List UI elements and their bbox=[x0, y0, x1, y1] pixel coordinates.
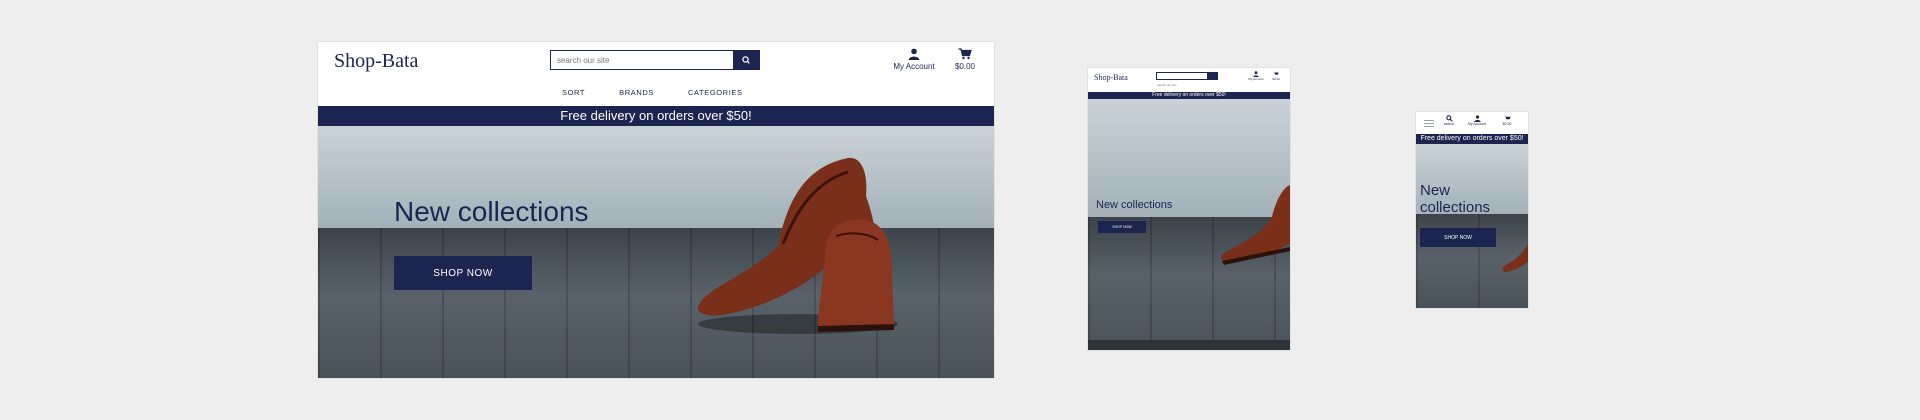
site-logo[interactable]: Shop-Bata bbox=[334, 50, 418, 73]
shop-now-button-mobile[interactable]: SHOP NOW bbox=[1420, 228, 1496, 247]
desktop-mockup: Shop-Bata My Account bbox=[318, 42, 994, 378]
shoes-image-tablet bbox=[1221, 185, 1290, 265]
cart-link-mobile[interactable]: $0.00 bbox=[1496, 115, 1518, 126]
nav-item-categories[interactable]: CATEGORIES bbox=[688, 88, 743, 97]
search-button-tablet[interactable] bbox=[1207, 73, 1217, 79]
hero-title: New collections bbox=[394, 196, 589, 227]
my-account-link-tablet[interactable]: My Account bbox=[1248, 71, 1264, 81]
search-bar bbox=[550, 50, 760, 70]
cart-total-tablet: $0.00 bbox=[1272, 77, 1280, 81]
search-link-mobile[interactable]: search bbox=[1438, 115, 1460, 126]
promo-banner-tablet: Free delivery on orders over $50! bbox=[1088, 92, 1290, 99]
mobile-mockup: search My Account $0.00 Free delivery on… bbox=[1416, 112, 1528, 308]
cart-link[interactable]: $0.00 bbox=[950, 48, 980, 71]
site-header: Shop-Bata My Account bbox=[318, 42, 994, 106]
shop-now-button-tablet[interactable]: SHOP NOW bbox=[1098, 221, 1146, 233]
my-account-label-tablet: My Account bbox=[1248, 77, 1264, 81]
search-input-tablet[interactable] bbox=[1157, 82, 1209, 88]
hero-section-tablet: New collections SHOP NOW bbox=[1088, 99, 1290, 350]
my-account-label: My Account bbox=[893, 62, 935, 71]
nav-item-brands[interactable]: BRANDS bbox=[619, 88, 654, 97]
site-header-tablet: Shop-Bata My Account $0.00 bbox=[1088, 68, 1290, 92]
shop-now-button[interactable]: SHOP NOW bbox=[394, 256, 532, 290]
hero-title-mobile: New collections bbox=[1420, 182, 1491, 216]
search-label-mobile: search bbox=[1443, 122, 1455, 126]
main-nav: SORT BRANDS CATEGORIES bbox=[562, 88, 743, 97]
search-icon bbox=[1445, 115, 1453, 122]
nav-item-sort[interactable]: SORT bbox=[562, 88, 585, 97]
bottom-bar-tablet bbox=[1088, 340, 1290, 350]
promo-banner: Free delivery on orders over $50! bbox=[318, 106, 994, 126]
tablet-mockup: Shop-Bata My Account $0.00 Free delivery… bbox=[1088, 68, 1290, 350]
hero-title-tablet: New collections bbox=[1096, 199, 1173, 211]
search-icon bbox=[742, 56, 750, 64]
user-icon bbox=[908, 48, 920, 60]
my-account-link-mobile[interactable]: My Account bbox=[1466, 115, 1488, 126]
menu-icon[interactable] bbox=[1424, 120, 1434, 129]
user-icon bbox=[1473, 115, 1481, 122]
promo-banner-mobile: Free delivery on orders over $50! bbox=[1416, 134, 1528, 144]
my-account-link[interactable]: My Account bbox=[888, 48, 940, 71]
shoes-image-mobile bbox=[1502, 244, 1528, 272]
site-logo-tablet[interactable]: Shop-Bata bbox=[1094, 73, 1128, 82]
search-input[interactable] bbox=[551, 51, 735, 69]
hero-section: New collections SHOP NOW bbox=[318, 126, 994, 378]
cart-total: $0.00 bbox=[954, 62, 976, 71]
cart-icon bbox=[1503, 116, 1510, 120]
search-button[interactable] bbox=[733, 51, 759, 69]
site-header-mobile: search My Account $0.00 bbox=[1416, 112, 1528, 134]
cart-total-mobile: $0.00 bbox=[1502, 122, 1512, 126]
hero-section-mobile: New collections SHOP NOW bbox=[1416, 144, 1528, 308]
my-account-label-mobile: My Account bbox=[1467, 122, 1487, 126]
shoes-image bbox=[697, 157, 898, 334]
cart-icon bbox=[958, 48, 972, 60]
search-bar-tablet bbox=[1156, 72, 1218, 88]
cart-link-tablet[interactable]: $0.00 bbox=[1268, 71, 1284, 81]
